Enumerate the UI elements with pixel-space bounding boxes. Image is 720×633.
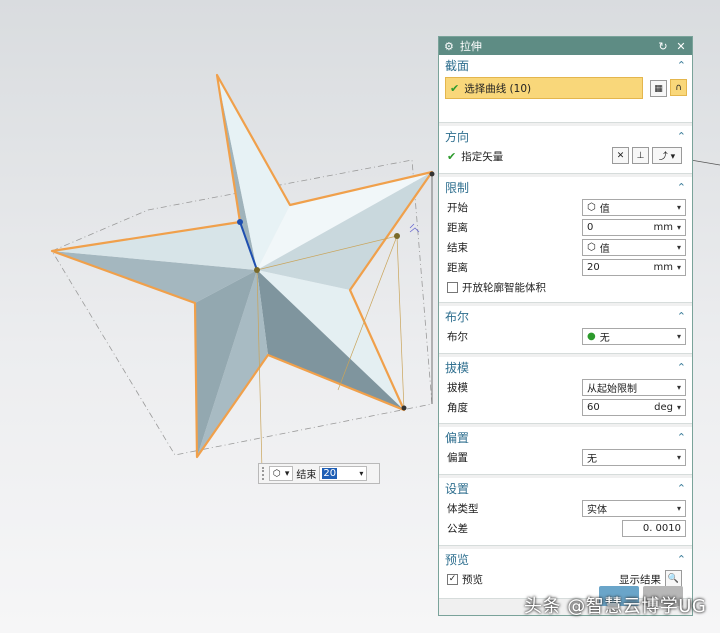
collapse-icon[interactable]: ⌃ (677, 482, 686, 495)
origin-point[interactable] (254, 267, 260, 273)
check-icon: ✔ (447, 149, 457, 163)
grip-handle[interactable] (262, 467, 266, 480)
start-distance-input[interactable]: 0 mm ▾ (582, 218, 686, 236)
body-type-row: 体类型 实体 ▾ (439, 498, 692, 518)
show-result-button[interactable]: 🔍 (665, 570, 682, 587)
dropdown-icon: ▾ (676, 452, 681, 462)
section-group: 截面 ⌃ ✔ 选择曲线 (10) ▦ ∩ (439, 55, 692, 123)
sketch-section-button[interactable]: ▦ (650, 80, 667, 97)
end-row: 结束 ⬡ 值 ▾ (439, 237, 692, 257)
dropdown-icon: ▾ (676, 222, 681, 232)
vertex-point[interactable] (401, 405, 407, 411)
reverse-direction-button[interactable]: ✕ (612, 147, 629, 164)
cube-icon: ⬡ (587, 241, 596, 253)
boolean-header[interactable]: 布尔 ⌃ (439, 306, 692, 326)
limits-group: 限制 ⌃ 开始 ⬡ 值 ▾ 距离 0 mm ▾ 结束 ⬡ 值 ▾ 距离 20 m… (439, 177, 692, 303)
cube-icon: ⬡ (273, 468, 281, 479)
dropdown-icon: ▾ (676, 262, 681, 272)
vector-type-dropdown[interactable]: ⤴ ▾ (652, 147, 682, 164)
dynamic-input-box: ⬡ ▾ 结束 20 ▾ (258, 463, 380, 484)
collapse-icon[interactable]: ⌃ (677, 181, 686, 194)
direction-header[interactable]: 方向 ⌃ (439, 126, 692, 146)
offset-header[interactable]: 偏置 ⌃ (439, 427, 692, 447)
dropdown-icon: ▾ (284, 468, 290, 479)
offset-row: 偏置 无 ▾ (439, 447, 692, 467)
dialog-titlebar[interactable]: ⚙ 拉伸 ↻ ✕ (439, 37, 692, 55)
body-type-select[interactable]: 实体 ▾ (582, 499, 686, 517)
end-distance-row: 距离 20 mm ▾ (439, 257, 692, 277)
star-faces (52, 75, 432, 457)
collapse-icon[interactable]: ⌃ (677, 553, 686, 566)
tolerance-input[interactable]: 0. 0010 (622, 519, 686, 537)
extrude-dialog: ⚙ 拉伸 ↻ ✕ 截面 ⌃ ✔ 选择曲线 (10) ▦ ∩ 方向 ⌃ ✔ 指定矢… (438, 36, 693, 616)
cube-icon: ⬡ (587, 201, 596, 213)
dropdown-icon: ▾ (676, 402, 681, 412)
collapse-icon[interactable]: ⌃ (677, 130, 686, 143)
settings-header[interactable]: 设置 ⌃ (439, 478, 692, 498)
start-select[interactable]: ⬡ 值 ▾ (582, 198, 686, 216)
dialog-title: 拉伸 (459, 40, 482, 53)
collapse-icon[interactable]: ⌃ (677, 59, 686, 72)
collapse-icon[interactable]: ⌃ (677, 431, 686, 444)
boolean-group: 布尔 ⌃ 布尔 ● 无 ▾ (439, 306, 692, 354)
dropdown-icon: ▾ (676, 242, 681, 252)
reset-icon[interactable]: ↻ (657, 40, 669, 53)
draft-handle[interactable] (394, 233, 400, 239)
angle-row: 角度 60 deg ▾ (439, 397, 692, 417)
curve-select-button[interactable]: ∩ (670, 79, 687, 96)
boolean-none-icon: ● (587, 330, 596, 342)
settings-group: 设置 ⌃ 体类型 实体 ▾ 公差 0. 0010 (439, 478, 692, 546)
boolean-row: 布尔 ● 无 ▾ (439, 326, 692, 346)
vector-row: ✔ 指定矢量 ✕ ⊥ ⤴ ▾ (439, 146, 692, 166)
tolerance-row: 公差 0. 0010 (439, 518, 692, 538)
dropdown-icon: ▾ (359, 469, 364, 478)
offset-group: 偏置 ⌃ 偏置 无 ▾ (439, 427, 692, 475)
vector-dialog-button[interactable]: ⊥ (632, 147, 649, 164)
vector-handle[interactable] (237, 219, 243, 225)
draft-header[interactable]: 拔模 ⌃ (439, 357, 692, 377)
gear-icon[interactable]: ⚙ (444, 40, 454, 53)
open-profile-row: 开放轮廓智能体积 (439, 277, 692, 297)
float-end-input[interactable]: 20 ▾ (319, 466, 368, 481)
watermark: 头条 @智慧云博学UG (524, 596, 707, 617)
preview-header[interactable]: 预览 ⌃ (439, 549, 692, 569)
vertex-point[interactable] (429, 171, 435, 177)
collapse-icon[interactable]: ⌃ (677, 310, 686, 323)
show-result-label: 显示结果 (619, 573, 661, 586)
draft-select[interactable]: 从起始限制 ▾ (582, 378, 686, 396)
dropdown-icon: ▾ (676, 331, 681, 341)
draft-group: 拔模 ⌃ 拔模 从起始限制 ▾ 角度 60 deg ▾ (439, 357, 692, 424)
open-profile-checkbox[interactable] (447, 281, 458, 293)
direction-group: 方向 ⌃ ✔ 指定矢量 ✕ ⊥ ⤴ ▾ (439, 126, 692, 174)
start-distance-row: 距离 0 mm ▾ (439, 217, 692, 237)
dropdown-icon: ▾ (676, 503, 681, 513)
guide-line (396, 235, 405, 411)
float-end-label: 结束 (296, 470, 317, 481)
collapse-icon[interactable]: ⌃ (677, 361, 686, 374)
end-select[interactable]: ⬡ 值 ▾ (582, 238, 686, 256)
start-row: 开始 ⬡ 值 ▾ (439, 197, 692, 217)
dropdown-icon: ▾ (676, 382, 681, 392)
draft-row: 拔模 从起始限制 ▾ (439, 377, 692, 397)
dropdown-icon: ▾ (676, 202, 681, 212)
boolean-select[interactable]: ● 无 ▾ (582, 327, 686, 345)
end-distance-input[interactable]: 20 mm ▾ (582, 258, 686, 276)
limits-header[interactable]: 限制 ⌃ (439, 177, 692, 197)
end-type-select[interactable]: ⬡ ▾ (269, 466, 294, 481)
select-curve-field[interactable]: ✔ 选择曲线 (10) ▦ ∩ (445, 77, 687, 99)
check-icon: ✔ (450, 81, 460, 95)
offset-select[interactable]: 无 ▾ (582, 448, 686, 466)
angle-input[interactable]: 60 deg ▾ (582, 398, 686, 416)
preview-checkbox[interactable]: ✓ (447, 573, 458, 585)
section-header[interactable]: 截面 ⌃ (439, 55, 692, 75)
close-icon[interactable]: ✕ (675, 40, 687, 53)
